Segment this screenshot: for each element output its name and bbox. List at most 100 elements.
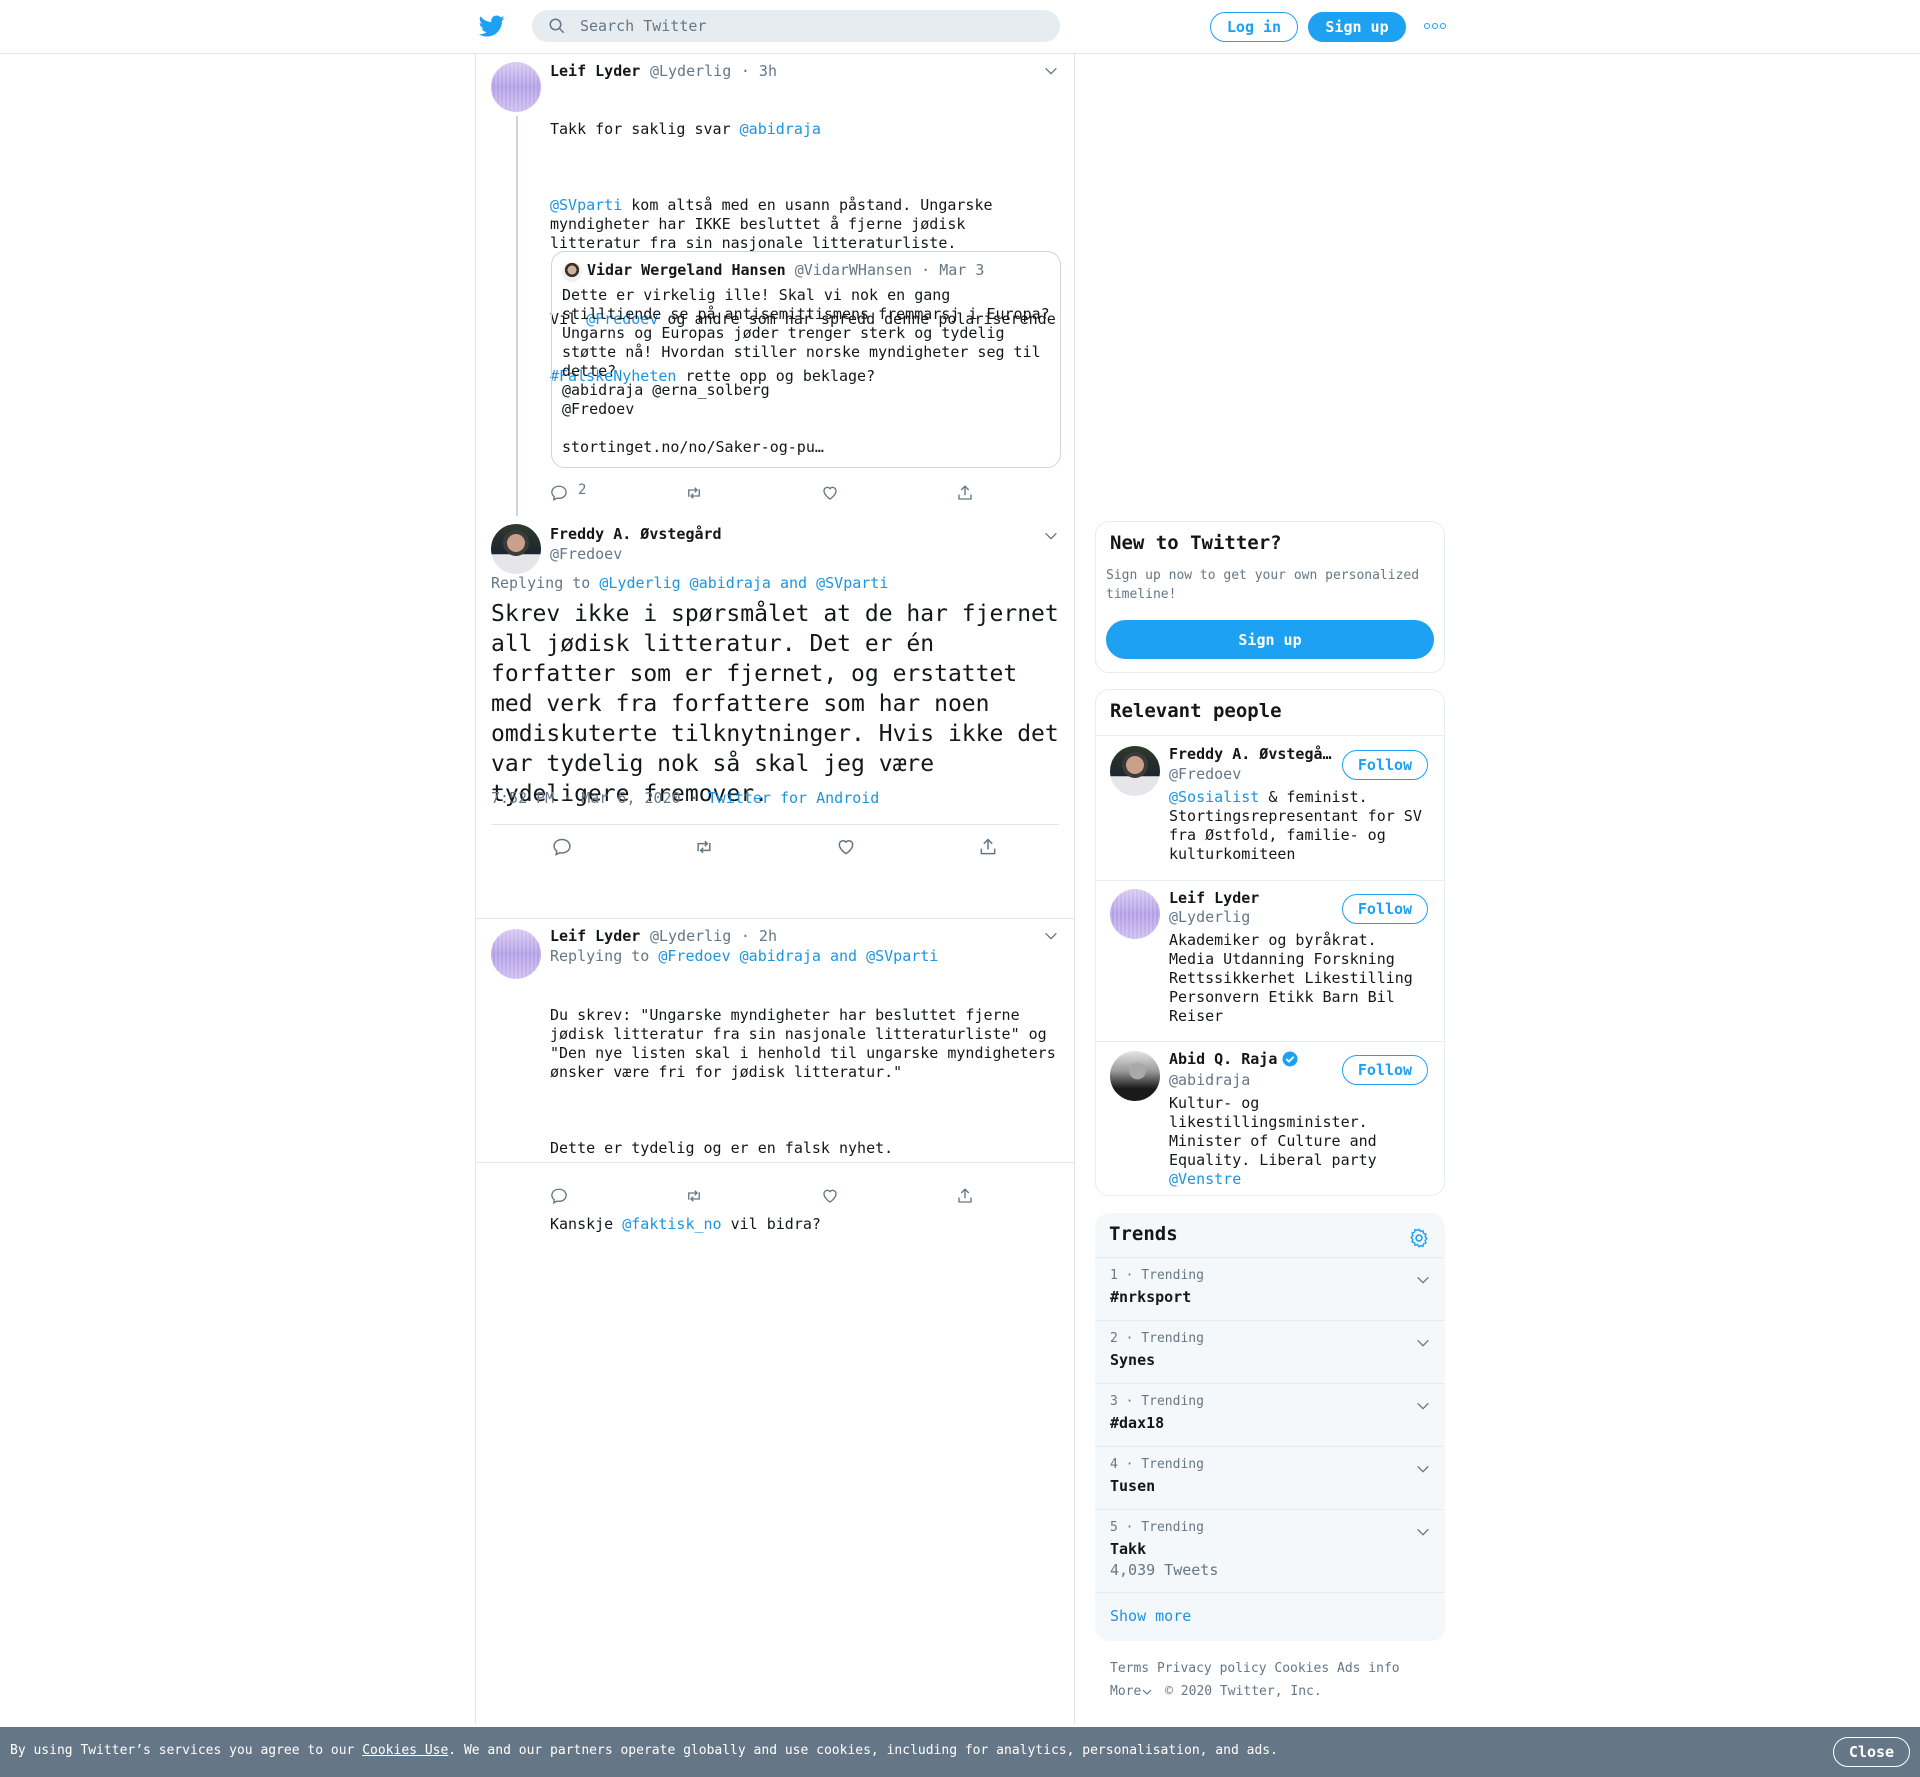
tweet-time[interactable]: · 2h [741, 927, 777, 945]
tweet-source-link[interactable]: Twitter for Android [708, 789, 880, 807]
sidebar-footer: Terms Privacy policy Cookies Ads info Mo… [1110, 1657, 1400, 1703]
follow-button[interactable]: Follow [1342, 894, 1428, 924]
twitter-bird-icon[interactable] [478, 13, 506, 39]
footer-link-ads-info[interactable]: Ads info [1337, 1661, 1400, 1676]
share-icon [958, 485, 972, 500]
person-bio: Kultur- og likestillingsminister. Minist… [1169, 1094, 1439, 1189]
chevron-down-icon[interactable] [1415, 1272, 1431, 1288]
chevron-down-icon[interactable] [1043, 528, 1059, 544]
cookies-use-link[interactable]: Cookies Use [362, 1743, 448, 1758]
mention-link[interactable]: @faktisk_no [622, 1215, 721, 1233]
new-to-twitter-card: New to Twitter? Sign up now to get your … [1095, 521, 1445, 673]
trend-meta: 5 · Trending [1110, 1520, 1204, 1535]
close-button[interactable]: Close [1833, 1737, 1910, 1767]
chevron-down-icon[interactable] [1415, 1398, 1431, 1414]
chevron-down-icon[interactable] [1043, 928, 1059, 944]
share-action[interactable] [978, 837, 998, 857]
mention-link[interactable]: @Venstre [1169, 1170, 1241, 1188]
person-handle[interactable]: @Lyderlig [1169, 908, 1250, 926]
signup-button[interactable]: Sign up [1308, 12, 1406, 42]
person-item[interactable]: Abid Q. Raja @abidraja Follow Kultur- og… [1096, 1041, 1444, 1197]
focused-tweet: Freddy A. Øvstegård @Fredoev Replying to… [476, 519, 1074, 919]
footer-more-label: More [1110, 1684, 1142, 1699]
reply-icon [553, 838, 571, 856]
person-name[interactable]: Abid Q. Raja [1169, 1050, 1277, 1068]
chevron-down-icon[interactable] [1415, 1461, 1431, 1477]
mention-link[interactable]: @abidraja [740, 120, 821, 138]
reply-icon [551, 485, 567, 501]
replying-to-mentions[interactable]: @Lyderlig @abidraja and @SVparti [599, 574, 888, 592]
retweet-icon [688, 487, 700, 499]
retweet-action[interactable] [685, 1187, 703, 1205]
parent-tweet[interactable]: Leif Lyder @Lyderlig · 3h Takk for sakli… [476, 54, 1074, 519]
quoted-tweet[interactable]: Vidar Wergeland Hansen @VidarWHansen · M… [551, 251, 1061, 468]
follow-button[interactable]: Follow [1342, 750, 1428, 780]
divider [476, 1162, 1074, 1163]
show-more-row[interactable]: Show more [1095, 1592, 1445, 1641]
trend-item[interactable]: 5 · Trending Takk 4,039 Tweets [1095, 1509, 1445, 1592]
follow-button[interactable]: Follow [1342, 1055, 1428, 1085]
retweet-action[interactable] [694, 837, 714, 857]
retweet-icon [688, 1190, 700, 1202]
heart-icon [838, 840, 854, 855]
like-action[interactable] [836, 837, 856, 857]
avatar[interactable] [491, 62, 541, 112]
trend-item[interactable]: 4 · Trending Tusen [1095, 1446, 1445, 1509]
avatar[interactable] [1110, 746, 1160, 796]
footer-link-privacy[interactable]: Privacy policy [1157, 1661, 1267, 1676]
avatar[interactable] [1110, 1051, 1160, 1101]
mention-link[interactable]: @SVparti [550, 196, 622, 214]
search-box[interactable] [532, 10, 1060, 42]
divider [491, 824, 1059, 825]
tweet-time[interactable]: · 3h [741, 62, 777, 80]
settings-gear-icon[interactable] [1408, 1227, 1430, 1249]
footer-more-menu[interactable]: More [1110, 1684, 1153, 1699]
author-name[interactable]: Leif Lyder [550, 62, 640, 80]
retweet-action[interactable] [685, 484, 703, 502]
tweet-timestamp[interactable]: 7:52 PM · Mar 6, 2020 · [491, 789, 699, 807]
reply-action[interactable] [550, 1187, 568, 1205]
author-handle[interactable]: @Lyderlig [650, 62, 731, 80]
footer-link-cookies[interactable]: Cookies [1274, 1661, 1329, 1676]
reply-icon [551, 1188, 567, 1204]
quoted-author-handle: @VidarWHansen [794, 261, 913, 279]
like-action[interactable] [821, 1187, 839, 1205]
avatar[interactable] [1110, 889, 1160, 939]
person-handle[interactable]: @Fredoev [1169, 765, 1241, 783]
reply-action[interactable] [552, 837, 572, 857]
trend-item[interactable]: 2 · Trending Synes [1095, 1320, 1445, 1383]
heart-icon [823, 1189, 837, 1203]
footer-link-terms[interactable]: Terms [1110, 1661, 1149, 1676]
show-more-link[interactable]: Show more [1110, 1607, 1191, 1625]
author-handle[interactable]: @Lyderlig [650, 927, 731, 945]
person-handle[interactable]: @abidraja [1169, 1071, 1250, 1089]
trend-item[interactable]: 1 · Trending #nrksport [1095, 1257, 1445, 1320]
author-handle[interactable]: @Fredoev [550, 545, 722, 563]
author-name[interactable]: Freddy A. Øvstegård [550, 525, 722, 543]
reply-action[interactable]: 2 [550, 482, 586, 502]
avatar[interactable] [491, 524, 541, 574]
verified-badge-icon [1282, 1051, 1298, 1067]
like-action[interactable] [821, 484, 839, 502]
chevron-down-icon[interactable] [1043, 63, 1059, 79]
person-item[interactable]: Freddy A. Øvstegå… @Fredoev Follow @Sosi… [1096, 735, 1444, 880]
author-name[interactable]: Leif Lyder [550, 927, 640, 945]
signup-button[interactable]: Sign up [1106, 620, 1434, 659]
login-button[interactable]: Log in [1210, 12, 1298, 42]
share-action[interactable] [956, 1187, 974, 1205]
reply-tweet[interactable]: Leif Lyder @Lyderlig · 2h Replying to @F… [476, 919, 1074, 1233]
chevron-down-icon[interactable] [1415, 1335, 1431, 1351]
chevron-down-icon [1142, 1689, 1152, 1695]
more-options-icon[interactable] [1424, 18, 1446, 34]
mention-link[interactable]: @Sosialist [1169, 788, 1259, 806]
share-action[interactable] [956, 484, 974, 502]
avatar[interactable] [491, 929, 541, 979]
replying-to-mentions[interactable]: @Fredoev @abidraja and @SVparti [658, 947, 938, 965]
trend-name: #dax18 [1110, 1414, 1165, 1432]
person-item[interactable]: Leif Lyder @Lyderlig Follow Akademiker o… [1096, 880, 1444, 1041]
person-name[interactable]: Freddy A. Øvstegå… [1169, 745, 1332, 763]
search-input[interactable] [580, 17, 1040, 35]
person-name[interactable]: Leif Lyder [1169, 889, 1259, 907]
trend-item[interactable]: 3 · Trending #dax18 [1095, 1383, 1445, 1446]
chevron-down-icon[interactable] [1415, 1524, 1431, 1540]
